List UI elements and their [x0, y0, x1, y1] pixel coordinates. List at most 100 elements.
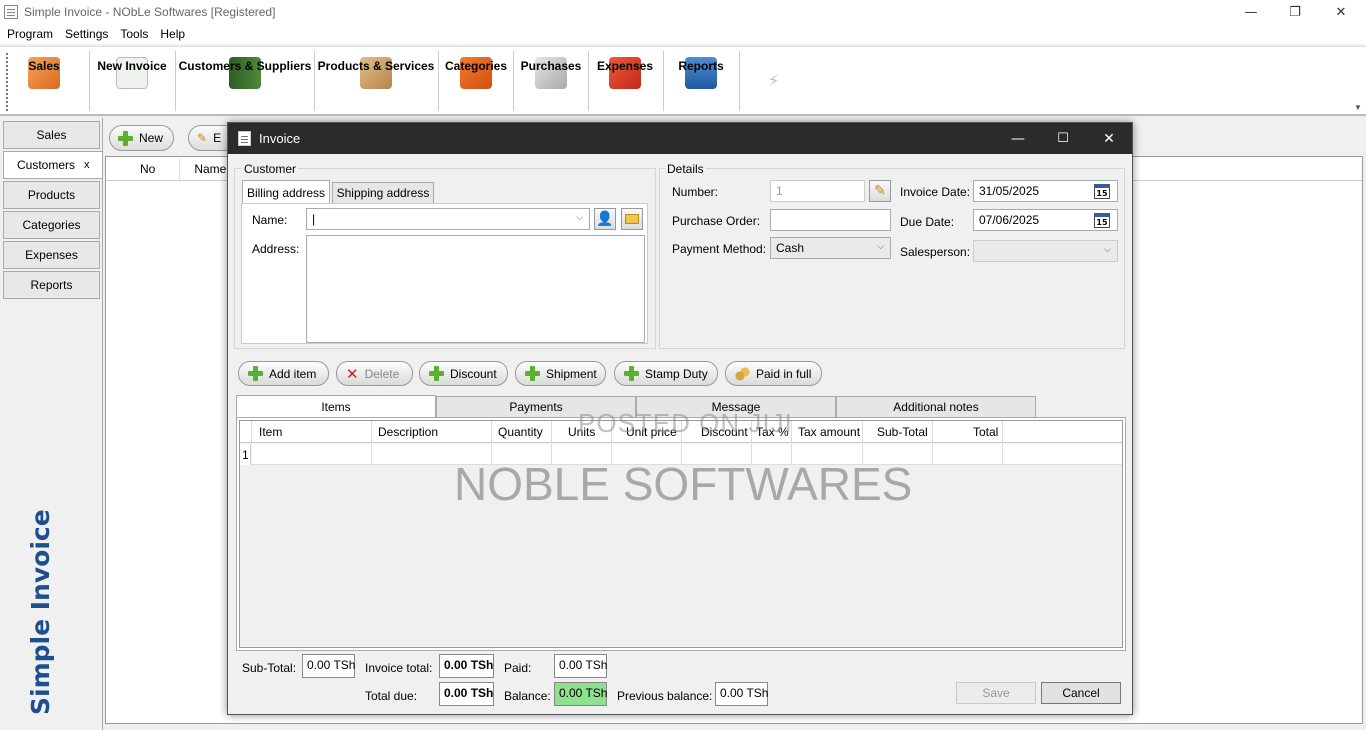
- menu-help[interactable]: Help: [160, 27, 185, 41]
- toolbar-sales-button[interactable]: Sales: [14, 49, 74, 113]
- column-header-description-label: Description: [378, 425, 439, 439]
- side-tab-expenses[interactable]: Expenses: [3, 241, 100, 269]
- dialog-minimize-button[interactable]: —: [995, 123, 1041, 154]
- select-customer-button[interactable]: 👤: [594, 208, 616, 230]
- side-tab-reports[interactable]: Reports: [3, 271, 100, 299]
- tab-items-label: Items: [321, 400, 351, 414]
- discount-button[interactable]: Discount: [419, 361, 508, 386]
- add-item-button[interactable]: Add item: [238, 361, 329, 386]
- toolbar-new-invoice-button[interactable]: New Invoice: [93, 49, 171, 113]
- balance-value: 0.00 TSh: [559, 686, 608, 700]
- save-label: Save: [982, 686, 1010, 700]
- minimize-button[interactable]: —: [1228, 0, 1274, 24]
- tab-additional-notes[interactable]: Additional notes: [836, 396, 1036, 418]
- stamp-duty-label: Stamp Duty: [645, 366, 708, 381]
- due-date-picker-button[interactable]: 15: [1094, 213, 1110, 228]
- invoice-number-field[interactable]: 1: [770, 180, 865, 202]
- column-header-sub-total[interactable]: Sub-Total: [863, 421, 933, 443]
- customer-name-combobox[interactable]: | ⌵: [306, 208, 590, 230]
- tab-billing-address[interactable]: Billing address: [242, 180, 330, 204]
- side-tab-sales[interactable]: Sales: [3, 121, 100, 149]
- calendar-icon: 15: [1094, 213, 1110, 228]
- toolbar-categories-button[interactable]: Categories: [442, 49, 510, 113]
- menu-program[interactable]: Program: [7, 27, 53, 41]
- toolbar-overflow-icon[interactable]: ▼: [1354, 103, 1362, 112]
- previous-balance-value: 0.00 TSh: [720, 686, 769, 700]
- subtotal-value: 0.00 TSh: [307, 658, 356, 672]
- invoice-total-label: Invoice total:: [365, 661, 433, 675]
- purchase-order-field[interactable]: [770, 209, 891, 231]
- main-toolbar: Sales New Invoice Customers & Suppliers …: [0, 46, 1366, 116]
- toolbar-separator: [663, 51, 664, 111]
- menu-tools[interactable]: Tools: [120, 27, 148, 41]
- stamp-duty-button[interactable]: Stamp Duty: [614, 361, 718, 386]
- delete-button[interactable]: ✕ Delete: [336, 361, 413, 386]
- toolbar-customers-suppliers-label: Customers & Suppliers: [178, 59, 312, 73]
- side-tab-products[interactable]: Products: [3, 181, 100, 209]
- pencil-icon: ✎: [874, 183, 886, 199]
- toolbar-products-services-button[interactable]: Products & Services: [318, 49, 434, 113]
- tab-items[interactable]: Items: [236, 395, 436, 418]
- subtotal-label: Sub-Total:: [242, 661, 297, 675]
- watermark-posted: POSTED ON JIJI: [578, 408, 793, 438]
- dialog-maximize-button[interactable]: ☐: [1040, 123, 1086, 154]
- menu-settings[interactable]: Settings: [65, 27, 108, 41]
- shipment-label: Shipment: [546, 366, 597, 381]
- toolbar-separator: [89, 51, 90, 111]
- edit-number-button[interactable]: ✎: [869, 180, 891, 202]
- cell-total[interactable]: [933, 444, 1003, 465]
- paid-in-full-button[interactable]: Paid in full: [725, 361, 822, 386]
- column-header-tax-amount[interactable]: Tax amount: [792, 421, 863, 443]
- cell-item[interactable]: [252, 444, 372, 465]
- invoice-document-icon: [238, 131, 251, 146]
- payment-method-select[interactable]: Cash ⌵: [770, 237, 891, 259]
- column-header-item-label: Item: [259, 425, 283, 439]
- delete-icon: ✕: [346, 364, 359, 383]
- address-label: Address:: [252, 242, 300, 256]
- dialog-close-button[interactable]: ✕: [1086, 123, 1132, 154]
- column-header-quantity[interactable]: Quantity: [492, 421, 552, 443]
- restore-button[interactable]: ❐: [1272, 0, 1318, 24]
- edit-customer-label: E: [213, 131, 222, 145]
- side-tab-categories[interactable]: Categories: [3, 211, 100, 239]
- cancel-button[interactable]: Cancel: [1041, 682, 1121, 704]
- salesperson-label: Salesperson:: [900, 245, 971, 259]
- toolbar-customers-suppliers-button[interactable]: Customers & Suppliers: [178, 49, 312, 113]
- chevron-down-icon: ⌵: [877, 241, 884, 251]
- column-header-description[interactable]: Description: [372, 421, 492, 443]
- toolbar-reports-button[interactable]: Reports: [667, 49, 735, 113]
- discount-label: Discount: [450, 366, 497, 381]
- invoice-date-picker-button[interactable]: 15: [1094, 184, 1110, 199]
- payment-method-value: Cash: [776, 241, 805, 255]
- lightning-icon[interactable]: ⚡: [768, 71, 782, 90]
- side-tab-expenses-label: Expenses: [25, 248, 78, 262]
- close-button[interactable]: ✕: [1318, 0, 1364, 24]
- close-tab-icon[interactable]: x: [84, 159, 90, 171]
- toolbar-new-invoice-label: New Invoice: [97, 59, 167, 73]
- customer-group-label: Customer: [242, 162, 299, 176]
- toolbar-purchases-button[interactable]: Purchases: [517, 49, 585, 113]
- balance-label: Balance:: [504, 689, 551, 703]
- side-tab-customers[interactable]: Customers x: [3, 151, 102, 179]
- column-header-name[interactable]: Name: [180, 162, 226, 176]
- address-textarea[interactable]: [306, 235, 645, 343]
- toolbar-expenses-button[interactable]: Expenses: [592, 49, 658, 113]
- name-label: Name:: [252, 213, 288, 227]
- brand-logo: Simple Invoice: [26, 509, 55, 715]
- save-button[interactable]: Save: [956, 682, 1036, 704]
- salesperson-select[interactable]: ⌵: [973, 240, 1118, 262]
- toolbar-separator: [513, 51, 514, 111]
- tab-shipping-address[interactable]: Shipping address: [332, 182, 434, 204]
- new-customer-button[interactable]: New: [109, 125, 175, 151]
- coins-icon: [735, 366, 750, 381]
- previous-balance-value-box: 0.00 TSh: [715, 682, 768, 706]
- open-folder-button[interactable]: [621, 208, 643, 230]
- shipment-button[interactable]: Shipment: [515, 361, 606, 386]
- column-header-no[interactable]: No: [106, 162, 155, 176]
- tab-shipping-address-label: Shipping address: [336, 186, 430, 200]
- column-header-total[interactable]: Total: [933, 421, 1003, 443]
- tab-billing-address-label: Billing address: [246, 185, 326, 200]
- total-due-label: Total due:: [365, 689, 418, 703]
- toolbar-purchases-label: Purchases: [520, 59, 582, 73]
- column-header-item[interactable]: Item: [252, 421, 372, 443]
